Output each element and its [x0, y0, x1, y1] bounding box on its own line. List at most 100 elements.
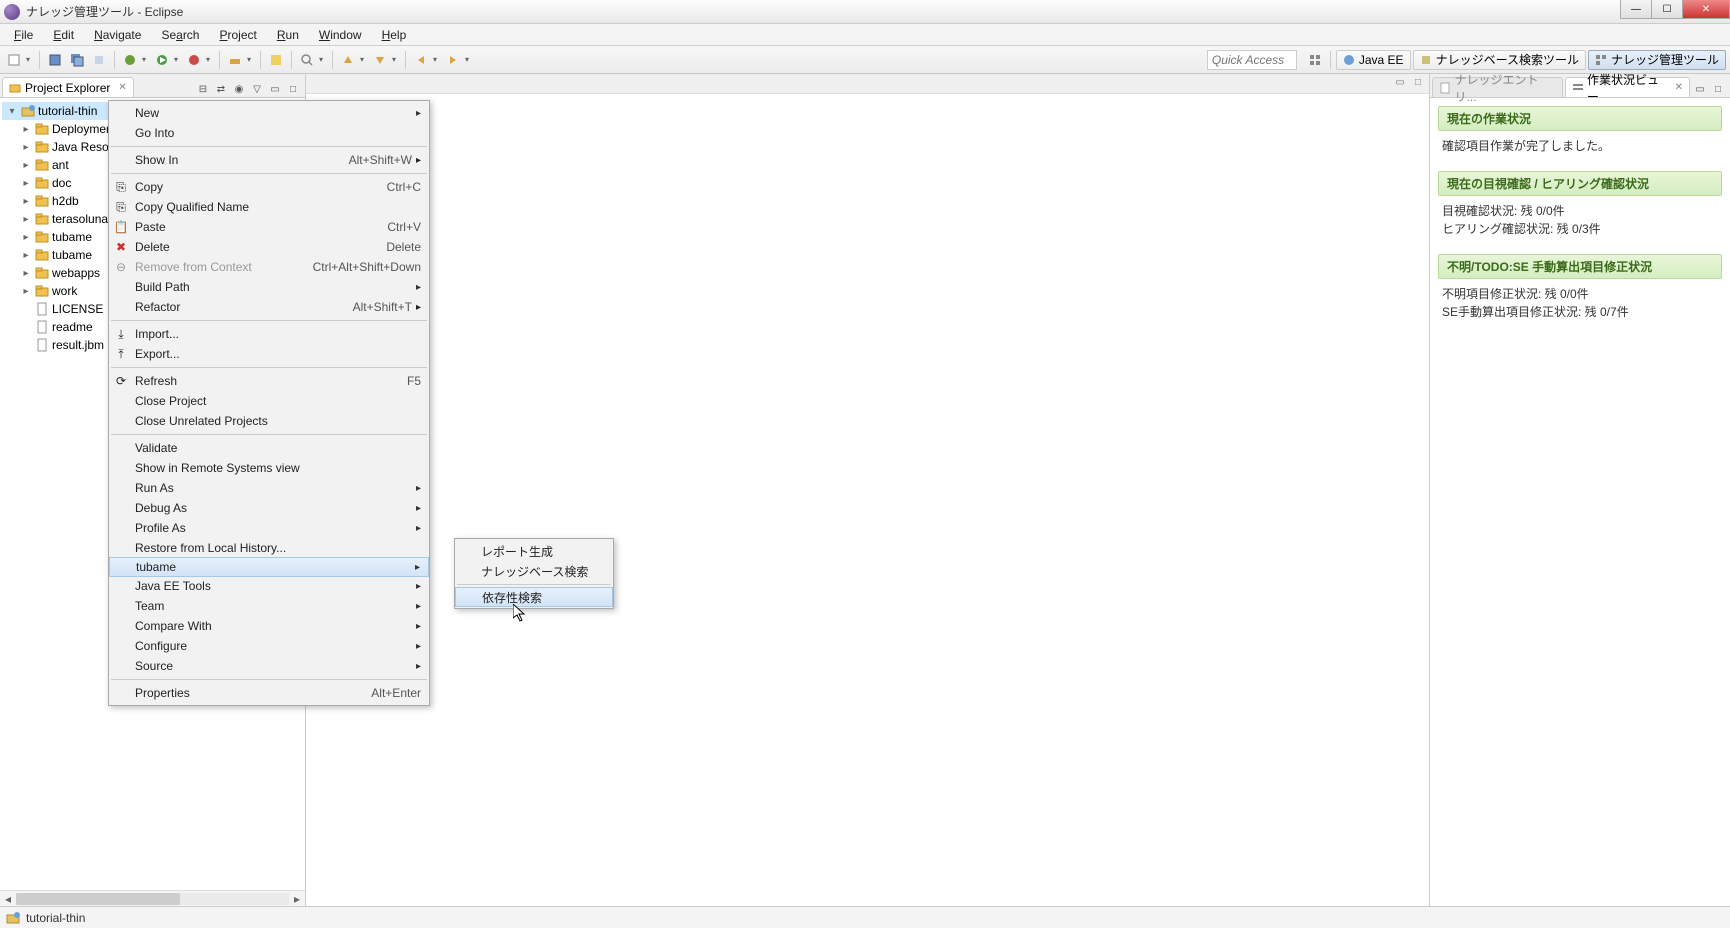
new-icon[interactable] — [4, 50, 24, 70]
menu-project[interactable]: Project — [211, 26, 264, 44]
menu-item--[interactable]: 依存性検索 — [455, 587, 613, 607]
menu-item-new[interactable]: New▸ — [109, 103, 429, 123]
forward-icon[interactable] — [443, 50, 463, 70]
menu-item-import-[interactable]: ⤓Import... — [109, 324, 429, 344]
menu-item-go-into[interactable]: Go Into — [109, 123, 429, 143]
maximize-button[interactable]: ☐ — [1651, 0, 1683, 19]
menu-item-export-[interactable]: ⤒Export... — [109, 344, 429, 364]
expander-icon[interactable]: ▸ — [20, 178, 32, 189]
dropdown-icon[interactable]: ▾ — [465, 55, 473, 64]
new-server-icon[interactable] — [225, 50, 245, 70]
link-editor-icon[interactable]: ⇄ — [213, 81, 229, 97]
menu-item-validate[interactable]: Validate — [109, 438, 429, 458]
menu-file[interactable]: File — [6, 26, 41, 44]
menu-item-copy-qualified-name[interactable]: ⎘Copy Qualified Name — [109, 197, 429, 217]
menu-edit[interactable]: Edit — [45, 26, 82, 44]
dropdown-icon[interactable]: ▾ — [174, 55, 182, 64]
expander-icon[interactable]: ▸ — [20, 160, 32, 171]
project-explorer-tab[interactable]: Project Explorer ✕ — [2, 77, 134, 97]
dropdown-icon[interactable]: ▾ — [247, 55, 255, 64]
menu-item--[interactable]: レポート生成 — [455, 541, 613, 561]
back-icon[interactable] — [411, 50, 431, 70]
menu-item-profile-as[interactable]: Profile As▸ — [109, 518, 429, 538]
expander-icon[interactable]: ▸ — [20, 286, 32, 297]
focus-task-icon[interactable]: ◉ — [231, 81, 247, 97]
minimize-view-icon[interactable]: ▭ — [267, 81, 283, 97]
ext-tool-icon[interactable] — [184, 50, 204, 70]
close-icon[interactable]: ✕ — [1675, 82, 1683, 93]
menu-item-run-as[interactable]: Run As▸ — [109, 478, 429, 498]
quick-access-input[interactable] — [1207, 50, 1297, 70]
menu-item-refresh[interactable]: ⟳RefreshF5 — [109, 371, 429, 391]
save-all-icon[interactable] — [67, 50, 87, 70]
expander-icon[interactable]: ▸ — [20, 124, 32, 135]
save-icon[interactable] — [45, 50, 65, 70]
expander-icon[interactable]: ▸ — [20, 142, 32, 153]
expander-icon[interactable]: ▸ — [20, 250, 32, 261]
maximize-editor-icon[interactable]: □ — [1411, 77, 1425, 91]
menu-item--[interactable]: ナレッジベース検索 — [455, 561, 613, 581]
perspective-knowledge-mgmt[interactable]: ナレッジ管理ツール — [1588, 50, 1726, 70]
minimize-view-icon[interactable]: ▭ — [1692, 81, 1708, 97]
knowledge-entry-tab[interactable]: ナレッジエントリ... — [1432, 77, 1563, 97]
quick-access-field[interactable] — [1207, 50, 1297, 70]
menu-item-compare-with[interactable]: Compare With▸ — [109, 616, 429, 636]
perspective-java-ee[interactable]: Java EE — [1336, 50, 1411, 70]
maximize-view-icon[interactable]: □ — [285, 81, 301, 97]
open-type-icon[interactable] — [266, 50, 286, 70]
menu-run[interactable]: Run — [269, 26, 307, 44]
menu-item-show-in[interactable]: Show InAlt+Shift+W▸ — [109, 150, 429, 170]
close-button[interactable]: ✕ — [1682, 0, 1730, 19]
prev-annotation-icon[interactable] — [338, 50, 358, 70]
expander-icon[interactable]: ▾ — [6, 106, 18, 117]
dropdown-icon[interactable]: ▾ — [433, 55, 441, 64]
tool-icon[interactable] — [89, 50, 109, 70]
debug-icon[interactable] — [120, 50, 140, 70]
dropdown-icon[interactable]: ▾ — [392, 55, 400, 64]
scroll-right-icon[interactable]: ▸ — [289, 892, 305, 906]
menu-search[interactable]: Search — [153, 26, 207, 44]
menu-item-configure[interactable]: Configure▸ — [109, 636, 429, 656]
menu-item-delete[interactable]: ✖DeleteDelete — [109, 237, 429, 257]
dropdown-icon[interactable]: ▾ — [319, 55, 327, 64]
menu-help[interactable]: Help — [374, 26, 415, 44]
menu-item-build-path[interactable]: Build Path▸ — [109, 277, 429, 297]
view-menu-icon[interactable]: ▽ — [249, 81, 265, 97]
menu-item-java-ee-tools[interactable]: Java EE Tools▸ — [109, 576, 429, 596]
menu-item-close-unrelated-projects[interactable]: Close Unrelated Projects — [109, 411, 429, 431]
dropdown-icon[interactable]: ▾ — [206, 55, 214, 64]
maximize-view-icon[interactable]: □ — [1710, 81, 1726, 97]
expander-icon[interactable]: ▸ — [20, 214, 32, 225]
next-annotation-icon[interactable] — [370, 50, 390, 70]
search-icon[interactable] — [297, 50, 317, 70]
dropdown-icon[interactable]: ▾ — [142, 55, 150, 64]
menu-item-refactor[interactable]: RefactorAlt+Shift+T▸ — [109, 297, 429, 317]
minimize-button[interactable]: — — [1620, 0, 1652, 19]
menu-navigate[interactable]: Navigate — [86, 26, 149, 44]
minimize-editor-icon[interactable]: ▭ — [1393, 77, 1407, 91]
open-perspective-icon[interactable] — [1305, 50, 1325, 70]
menu-item-debug-as[interactable]: Debug As▸ — [109, 498, 429, 518]
menu-window[interactable]: Window — [311, 26, 370, 44]
expander-icon[interactable]: ▸ — [20, 268, 32, 279]
scroll-left-icon[interactable]: ◂ — [0, 892, 16, 906]
menu-item-team[interactable]: Team▸ — [109, 596, 429, 616]
close-icon[interactable]: ✕ — [118, 82, 126, 93]
work-status-tab[interactable]: 作業状況ビュー ✕ — [1565, 77, 1690, 97]
menu-item-close-project[interactable]: Close Project — [109, 391, 429, 411]
menu-item-tubame[interactable]: tubame▸ — [109, 557, 429, 577]
menu-item-copy[interactable]: ⎘CopyCtrl+C — [109, 177, 429, 197]
expander-icon[interactable]: ▸ — [20, 196, 32, 207]
dropdown-icon[interactable]: ▾ — [26, 55, 34, 64]
menu-item-restore-from-local-history-[interactable]: Restore from Local History... — [109, 538, 429, 558]
perspective-kb-search[interactable]: ナレッジベース検索ツール — [1413, 50, 1586, 70]
menu-item-show-in-remote-systems-view[interactable]: Show in Remote Systems view — [109, 458, 429, 478]
run-icon[interactable] — [152, 50, 172, 70]
dropdown-icon[interactable]: ▾ — [360, 55, 368, 64]
expander-icon[interactable]: ▸ — [20, 232, 32, 243]
menu-item-properties[interactable]: PropertiesAlt+Enter — [109, 683, 429, 703]
collapse-all-icon[interactable]: ⊟ — [195, 81, 211, 97]
horizontal-scrollbar[interactable]: ◂ ▸ — [0, 890, 305, 906]
menu-item-source[interactable]: Source▸ — [109, 656, 429, 676]
menu-item-paste[interactable]: 📋PasteCtrl+V — [109, 217, 429, 237]
